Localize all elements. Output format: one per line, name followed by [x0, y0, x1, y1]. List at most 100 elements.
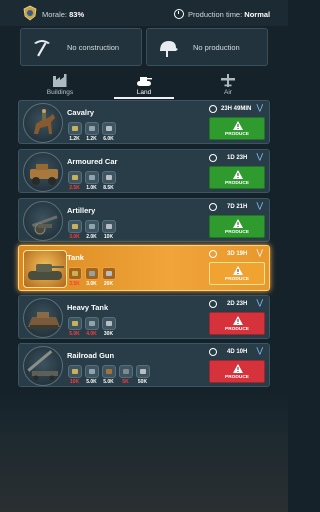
produce-button[interactable]: PRODUCE: [209, 312, 265, 335]
morale-value: 83%: [69, 10, 85, 19]
resource-value: 3.0K: [69, 234, 80, 240]
unit-row-tank[interactable]: Tank 3.5K 3.0K 20K 3D 19H ⋁ PRODUCE: [18, 245, 270, 291]
produce-button-label: PRODUCE: [225, 181, 249, 186]
money-icon: [101, 171, 116, 184]
resource-value: 3.5K: [69, 281, 80, 287]
tab-air[interactable]: Air: [188, 72, 268, 98]
resource-value: 20K: [103, 281, 114, 287]
tab-land-label: Land: [136, 89, 152, 96]
production-time-label: Production time:: [188, 10, 243, 19]
steel-icon: [84, 220, 99, 233]
resource-cost: 2.0K: [84, 220, 99, 240]
resource-value: 30K: [103, 331, 114, 337]
produce-button-label: PRODUCE: [225, 375, 249, 380]
production-duration: 7D 21H: [227, 204, 248, 210]
factory-icon: [53, 74, 67, 87]
resource-value: 3.0K: [86, 281, 97, 287]
resource-value: 5.0K: [86, 379, 97, 385]
unit-row-railroad-gun[interactable]: Railroad Gun 10K 5.0K 5.0K 5K 50K 4D 10H…: [18, 343, 270, 387]
tab-buildings-label: Buildings: [46, 89, 74, 96]
resource-costs: 1.2K 1.2K 6.0K: [67, 122, 116, 142]
resource-value: 1.2K: [86, 136, 97, 142]
category-tabs: Buildings Land Air: [20, 72, 268, 99]
unit-row-artillery[interactable]: Artillery 3.0K 2.0K 10K 7D 21H ⋁ PRODUCE: [18, 198, 270, 242]
resource-value: 5.0K: [103, 379, 114, 385]
chevron-double-down-icon[interactable]: ⋁: [256, 201, 263, 210]
artillery-unit-icon: [23, 201, 63, 241]
goods-icon: [67, 317, 82, 330]
clock-icon: [209, 300, 217, 308]
steel-icon: [84, 317, 99, 330]
produce-button[interactable]: PRODUCE: [209, 166, 265, 189]
construction-status: No construction: [67, 43, 120, 52]
resource-value: 10K: [69, 379, 80, 385]
chevron-double-down-icon[interactable]: ⋁: [256, 248, 263, 257]
resource-costs: 5.0K 4.0K 30K: [67, 317, 116, 337]
resource-value: 2.0K: [86, 234, 97, 240]
resource-cost: 3.5K: [67, 267, 82, 287]
tab-land[interactable]: Land: [104, 72, 184, 99]
chevron-double-down-icon[interactable]: ⋁: [256, 152, 263, 161]
produce-button-label: PRODUCE: [225, 132, 249, 137]
money-icon: [101, 220, 116, 233]
resource-value: 5.0K: [69, 331, 80, 337]
production-duration: 4D 10H: [227, 349, 248, 355]
clock-icon: [209, 348, 217, 356]
resource-cost: 5.0K: [67, 317, 82, 337]
steel-icon: [84, 122, 99, 135]
produce-button-label: PRODUCE: [225, 327, 249, 332]
warning-triangle-icon: [233, 121, 243, 130]
railroad-gun-unit-icon: [23, 346, 63, 386]
resource-cost: 1.2K: [84, 122, 99, 142]
resource-cost: 50K: [135, 365, 150, 385]
goods-icon: [67, 267, 82, 280]
resource-value: 1.0K: [86, 185, 97, 191]
resource-cost: 5.0K: [101, 365, 116, 385]
warning-triangle-icon: [233, 170, 243, 179]
resource-cost: 10K: [67, 365, 82, 385]
construction-slot[interactable]: No construction: [20, 28, 142, 66]
resource-costs: 3.0K 2.0K 10K: [67, 220, 116, 240]
heavy-tank-unit-icon: [23, 298, 63, 338]
resource-value: 10K: [103, 234, 114, 240]
chevron-double-down-icon[interactable]: ⋁: [256, 103, 263, 112]
unit-row-heavy-tank[interactable]: Heavy Tank 5.0K 4.0K 30K 2D 23H ⋁ PRODUC…: [18, 295, 270, 339]
produce-button[interactable]: PRODUCE: [209, 262, 265, 285]
produce-button[interactable]: PRODUCE: [209, 360, 265, 383]
top-status-bar: Morale: 83% Production time: Normal: [0, 0, 288, 26]
steel-icon: [84, 171, 99, 184]
produce-button-label: PRODUCE: [225, 230, 249, 235]
unit-row-cavalry[interactable]: Cavalry 1.2K 1.2K 6.0K 23H 49MIN ⋁ PRODU…: [18, 100, 270, 144]
resource-value: 4.0K: [86, 331, 97, 337]
unit-row-armoured-car[interactable]: Armoured Car 2.5K 1.0K 8.5K 1D 23H ⋁ PRO…: [18, 149, 270, 193]
production-time-readout: Production time: Normal: [188, 10, 270, 19]
resource-cost: 3.0K: [84, 267, 99, 287]
produce-button[interactable]: PRODUCE: [209, 215, 265, 238]
produce-button[interactable]: PRODUCE: [209, 117, 265, 140]
resource-value: 2.5K: [69, 185, 80, 191]
chevron-double-down-icon[interactable]: ⋁: [256, 346, 263, 355]
resource-cost: 5.0K: [84, 365, 99, 385]
resource-cost: 4.0K: [84, 317, 99, 337]
unit-name: Cavalry: [67, 108, 95, 117]
medal-badge-icon: [23, 5, 37, 21]
tab-buildings[interactable]: Buildings: [20, 72, 100, 98]
resource-cost: 8.5K: [101, 171, 116, 191]
rare-material-icon: [118, 365, 133, 378]
goods-icon: [67, 365, 82, 378]
tab-air-label: Air: [224, 89, 232, 96]
produce-button-label: PRODUCE: [225, 277, 249, 282]
production-slot[interactable]: No production: [146, 28, 268, 66]
pickaxe-icon: [34, 40, 50, 57]
cavalry-unit-icon: [23, 103, 63, 143]
resource-cost: 10K: [101, 220, 116, 240]
money-icon: [135, 365, 150, 378]
goods-icon: [67, 122, 82, 135]
resource-cost: 30K: [101, 317, 116, 337]
chevron-double-down-icon[interactable]: ⋁: [256, 298, 263, 307]
unit-name: Armoured Car: [67, 157, 118, 166]
resource-cost: 3.0K: [67, 220, 82, 240]
production-duration: 2D 23H: [227, 301, 248, 307]
resource-cost: 2.5K: [67, 171, 82, 191]
warning-triangle-icon: [233, 219, 243, 228]
